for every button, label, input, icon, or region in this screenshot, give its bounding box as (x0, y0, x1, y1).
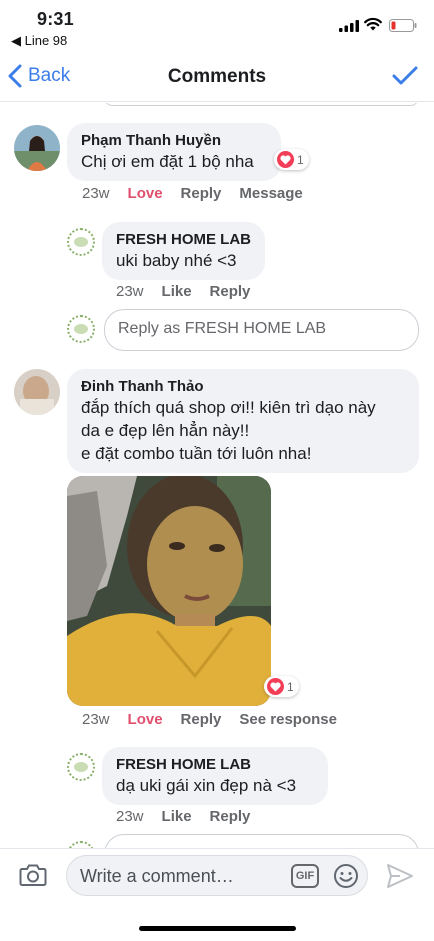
comment-actions: 23w Love Reply Message (82, 185, 303, 202)
comments-list[interactable]: Phạm Thanh Huyền Chị ơi em đặt 1 bộ nha … (0, 103, 434, 848)
reply-bubble[interactable]: FRESH HOME LAB uki baby nhé <3 (102, 222, 265, 280)
reaction-count: 1 (287, 679, 294, 694)
comment-bubble[interactable]: Đinh Thanh Thảo đắp thích quá shop ơi!! … (67, 369, 419, 473)
love-button[interactable]: Love (128, 185, 163, 202)
navigation-bar: Back Comments (0, 52, 434, 102)
comment-text: Chị ơi em đặt 1 bộ nha (81, 152, 254, 171)
comment-text-line: da e đẹp lên hẳn này!! (81, 421, 250, 440)
reaction-badge[interactable]: 1 (274, 149, 309, 170)
reply-bubble[interactable]: FRESH HOME LAB dạ uki gái xin đẹp nà <3 (102, 747, 328, 805)
comment-time: 23w (82, 185, 110, 202)
love-button[interactable]: Love (128, 711, 163, 728)
reply-text: uki baby nhé <3 (116, 251, 237, 270)
reply-button[interactable]: Reply (181, 711, 222, 728)
page-logo-avatar (67, 315, 95, 343)
reply-author[interactable]: FRESH HOME LAB (116, 756, 314, 773)
checkmark-icon[interactable] (392, 66, 418, 86)
page-title: Comments (167, 66, 267, 87)
like-button[interactable]: Like (162, 283, 192, 300)
reply-button[interactable]: Reply (181, 185, 222, 202)
reply-author[interactable]: FRESH HOME LAB (116, 231, 251, 248)
comment-author[interactable]: Đinh Thanh Thảo (81, 378, 405, 395)
comment-bubble[interactable]: Phạm Thanh Huyền Chị ơi em đặt 1 bộ nha (67, 123, 281, 181)
page-logo-avatar[interactable] (67, 228, 95, 256)
battery-low-icon (389, 19, 417, 32)
comment-author[interactable]: Phạm Thanh Huyền (81, 132, 267, 149)
reply-button[interactable]: Reply (210, 283, 251, 300)
status-bar: 9:31 ◀ Line 98 (0, 0, 434, 52)
page-logo-avatar[interactable] (67, 753, 95, 781)
comment-composer-bar: Write a comment… GIF (0, 848, 434, 941)
cellular-signal-icon (339, 20, 359, 32)
reply-button[interactable]: Reply (210, 808, 251, 825)
heart-icon (267, 678, 284, 695)
reply-as-input-partial[interactable] (104, 834, 419, 848)
avatar[interactable] (14, 369, 60, 415)
home-indicator (139, 926, 296, 931)
send-icon[interactable] (386, 863, 414, 889)
comment-text-line: e đặt combo tuần tới luôn nha! (81, 444, 312, 463)
reply-as-placeholder: Reply as FRESH HOME LAB (118, 320, 327, 337)
page-logo-avatar (67, 841, 95, 848)
like-button[interactable]: Like (162, 808, 192, 825)
gif-button[interactable]: GIF (291, 864, 319, 888)
comment-time: 23w (82, 711, 110, 728)
sticker-smiley-icon[interactable] (333, 863, 359, 889)
previous-reply-box-edge (104, 103, 419, 106)
comment-input[interactable]: Write a comment… GIF (66, 855, 368, 896)
reply-time: 23w (116, 283, 144, 300)
camera-icon[interactable] (19, 863, 47, 887)
reply-time: 23w (116, 808, 144, 825)
wifi-icon (364, 17, 382, 31)
avatar[interactable] (14, 125, 60, 171)
reply-text: dạ uki gái xin đẹp nà <3 (116, 776, 297, 795)
reply-as-input[interactable]: Reply as FRESH HOME LAB (104, 309, 419, 351)
status-time: 9:31 (37, 9, 74, 29)
reaction-badge[interactable]: 1 (264, 676, 299, 697)
comment-input-placeholder: Write a comment… (80, 866, 234, 886)
message-button[interactable]: Message (239, 185, 302, 202)
heart-icon (277, 151, 294, 168)
comment-actions: 23w Love Reply See response (82, 711, 337, 728)
comment-text-line: đắp thích quá shop ơi!! kiên trì dạo này (81, 398, 376, 417)
comment-photo[interactable] (67, 476, 271, 706)
reply-actions: 23w Like Reply (116, 808, 250, 825)
reaction-count: 1 (297, 152, 304, 167)
back-to-app-link[interactable]: ◀ Line 98 (11, 33, 67, 49)
see-response-button[interactable]: See response (239, 711, 337, 728)
reply-actions: 23w Like Reply (116, 283, 250, 300)
